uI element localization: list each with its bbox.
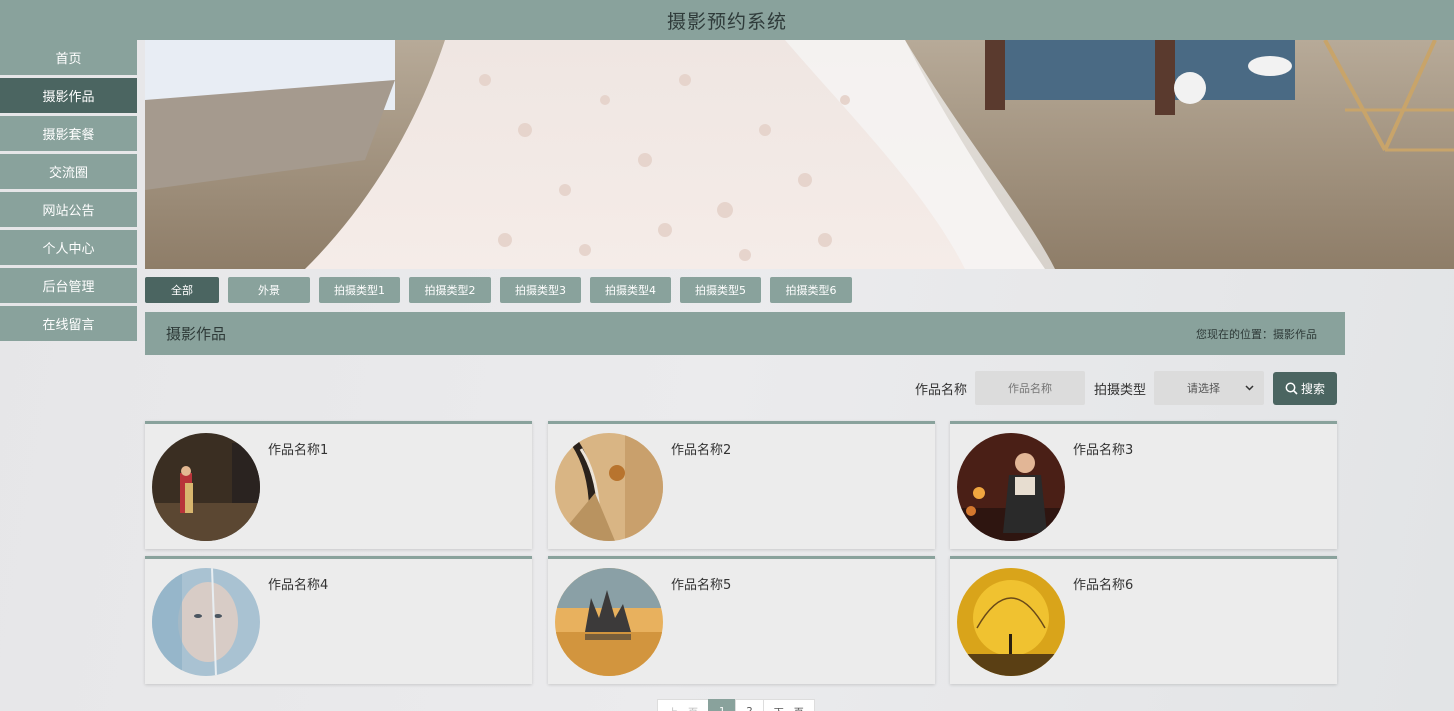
sidebar-item-label: 个人中心	[42, 242, 95, 257]
sidebar-nav: 首页 摄影作品 摄影套餐 交流圈 网站公告 个人中心 后台管理 在线留言	[0, 40, 137, 344]
tab-type-6[interactable]: 拍摄类型6	[770, 277, 852, 303]
tab-label: 拍摄类型1	[334, 284, 385, 297]
work-card[interactable]: 作品名称1	[145, 421, 532, 549]
tab-label: 外景	[258, 284, 280, 297]
work-title: 作品名称3	[1073, 443, 1134, 458]
work-name-label: 作品名称	[914, 382, 967, 398]
tab-type-4[interactable]: 拍摄类型4	[590, 277, 671, 303]
tab-label: 拍摄类型2	[424, 284, 476, 297]
work-title: 作品名称5	[671, 578, 732, 593]
banner-image	[145, 40, 1454, 269]
site-header: 摄影预约系统	[0, 0, 1454, 40]
sidebar-item-label: 网站公告	[42, 204, 95, 219]
sidebar-item-notices[interactable]: 网站公告	[0, 192, 137, 227]
tab-type-5[interactable]: 拍摄类型5	[680, 277, 761, 303]
sidebar-item-works[interactable]: 摄影作品	[0, 78, 137, 113]
sidebar-item-label: 交流圈	[48, 166, 88, 181]
search-bar: 作品名称 拍摄类型 请选择 搜索	[145, 371, 1337, 405]
tab-all[interactable]: 全部	[145, 277, 219, 303]
tab-label: 拍摄类型4	[605, 284, 656, 297]
breadcrumb: 您现在的位置：摄影作品	[1196, 326, 1317, 342]
search-button-label: 搜索	[1300, 381, 1325, 396]
sidebar-item-forum[interactable]: 交流圈	[0, 154, 137, 189]
sidebar-item-label: 在线留言	[42, 318, 95, 333]
sidebar-item-label: 摄影套餐	[42, 128, 95, 143]
work-card[interactable]: 作品名称3	[950, 421, 1337, 549]
work-thumbnail	[957, 568, 1065, 676]
shoot-type-selected: 请选择	[1187, 382, 1220, 395]
next-page-button[interactable]: 下一页	[762, 699, 815, 711]
sidebar-item-home[interactable]: 首页	[0, 40, 137, 75]
shoot-type-label: 拍摄类型	[1093, 382, 1146, 398]
work-title: 作品名称4	[268, 578, 329, 593]
pagination: 上一页 1 2 下一页	[657, 699, 815, 711]
work-card[interactable]: 作品名称6	[950, 556, 1337, 684]
section-header: 摄影作品 您现在的位置：摄影作品	[145, 312, 1345, 355]
work-title: 作品名称6	[1073, 578, 1134, 593]
site-title: 摄影预约系统	[666, 10, 787, 33]
prev-page-button[interactable]: 上一页	[657, 699, 709, 711]
page-number-button[interactable]: 1	[708, 699, 737, 711]
section-title: 摄影作品	[166, 325, 227, 343]
tab-label: 全部	[171, 284, 193, 297]
work-thumbnail	[957, 433, 1065, 541]
tab-type-3[interactable]: 拍摄类型3	[500, 277, 581, 303]
work-thumbnail	[555, 568, 663, 676]
work-card[interactable]: 作品名称5	[548, 556, 935, 684]
search-button[interactable]: 搜索	[1273, 371, 1337, 405]
work-thumbnail	[555, 433, 663, 541]
banner-photo	[145, 40, 1454, 269]
tab-label: 拍摄类型3	[515, 284, 566, 297]
tab-type-2[interactable]: 拍摄类型2	[409, 277, 491, 303]
work-name-input[interactable]	[974, 371, 1085, 405]
breadcrumb-current: 摄影作品	[1273, 327, 1317, 341]
tab-outdoor[interactable]: 外景	[228, 277, 310, 303]
category-tabs: 全部 外景 拍摄类型1 拍摄类型2 拍摄类型3 拍摄类型4 拍摄类型5 拍摄类型…	[145, 277, 861, 303]
work-card[interactable]: 作品名称4	[145, 556, 532, 684]
page-number-button[interactable]: 2	[735, 699, 764, 711]
tab-label: 拍摄类型6	[785, 284, 837, 297]
work-thumbnail	[152, 433, 260, 541]
work-title: 作品名称2	[671, 443, 732, 458]
sidebar-item-label: 首页	[55, 52, 82, 67]
tab-label: 拍摄类型5	[695, 284, 746, 297]
tab-type-1[interactable]: 拍摄类型1	[319, 277, 400, 303]
breadcrumb-prefix: 您现在的位置：	[1196, 327, 1273, 341]
work-thumbnail	[152, 568, 260, 676]
work-card[interactable]: 作品名称2	[548, 421, 935, 549]
shoot-type-select[interactable]: 请选择	[1154, 371, 1264, 405]
work-title: 作品名称1	[268, 443, 329, 458]
sidebar-item-profile[interactable]: 个人中心	[0, 230, 137, 265]
sidebar-item-message[interactable]: 在线留言	[0, 306, 137, 341]
search-icon	[1285, 382, 1298, 395]
sidebar-item-label: 后台管理	[42, 280, 95, 295]
sidebar-item-admin[interactable]: 后台管理	[0, 268, 137, 303]
sidebar-item-label: 摄影作品	[42, 90, 95, 105]
chevron-down-icon	[1245, 385, 1254, 391]
sidebar-item-packages[interactable]: 摄影套餐	[0, 116, 137, 151]
